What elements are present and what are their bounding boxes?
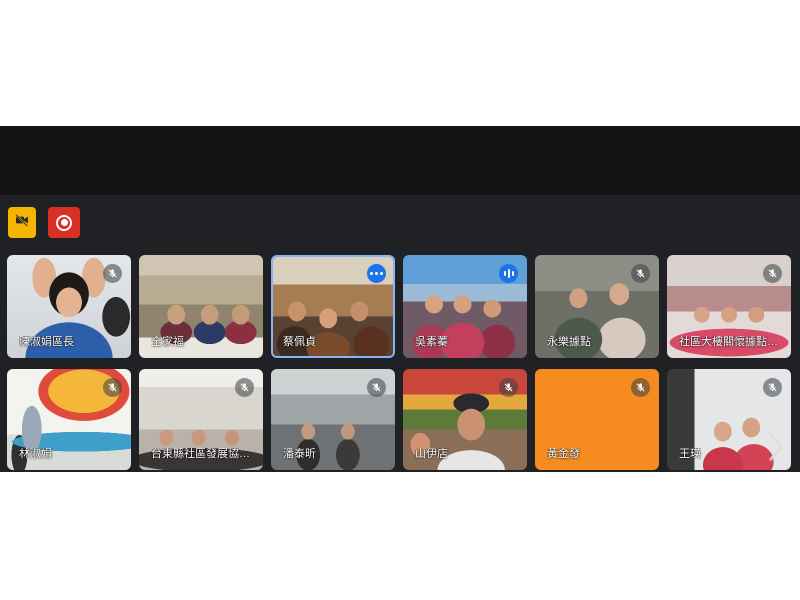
participant-name: 黃金發 [547,448,580,460]
top-bar [0,126,800,195]
mic-off-icon [631,264,650,283]
participant-name: 潘泰昕 [283,448,316,460]
mic-off-icon [103,264,122,283]
video-tile[interactable]: 山伊店 [403,369,527,470]
chevron-right-icon [767,432,785,467]
participant-name: 林淑娟 [19,448,52,460]
participant-grid: 陳淑娟區長 全家福 蔡佩貞 吳素蓁 永樂據點 社區大樓關懷據點… 林淑娟 台東縣… [7,255,791,470]
meeting-window: 陳淑娟區長 全家福 蔡佩貞 吳素蓁 永樂據點 社區大樓關懷據點… 林淑娟 台東縣… [0,126,800,472]
video-tile[interactable]: 潘泰昕 [271,369,395,470]
participant-name: 陳淑娟區長 [19,336,74,348]
next-page-button[interactable] [765,432,787,466]
more-options-icon[interactable] [367,264,386,283]
mic-off-icon [499,378,518,397]
video-tile[interactable]: 永樂據點 [535,255,659,358]
video-tile[interactable]: 台東縣社區發展協… [139,369,263,470]
video-tile-active[interactable]: 蔡佩貞 [271,255,395,358]
video-tile[interactable]: 王瑛 [667,369,791,470]
participant-stage: 陳淑娟區長 全家福 蔡佩貞 吳素蓁 永樂據點 社區大樓關懷據點… 林淑娟 台東縣… [0,195,800,472]
participant-name: 全家福 [151,336,184,348]
mic-off-icon [103,378,122,397]
mic-off-icon [367,378,386,397]
audio-level-icon [499,264,518,283]
mic-off-icon [235,378,254,397]
video-tile[interactable]: 社區大樓關懷據點… [667,255,791,358]
video-tile[interactable]: 全家福 [139,255,263,358]
record-icon [56,214,72,231]
mic-off-icon [763,378,782,397]
participant-name: 台東縣社區發展協… [151,448,250,460]
camera-toggle-button[interactable] [8,207,36,238]
participant-name: 蔡佩貞 [283,336,316,348]
participant-name: 吳素蓁 [415,336,448,348]
camera-off-icon [14,212,30,233]
participant-name: 永樂據點 [547,336,591,348]
video-tile-no-video[interactable]: 黃金發 [535,369,659,470]
video-tile[interactable]: 林淑娟 [7,369,131,470]
video-tile[interactable]: 陳淑娟區長 [7,255,131,358]
participant-name: 社區大樓關懷據點… [679,336,778,348]
video-tile[interactable]: 吳素蓁 [403,255,527,358]
mic-off-icon [763,264,782,283]
record-button[interactable] [48,207,80,238]
participant-name: 山伊店 [415,448,448,460]
mic-off-icon [631,378,650,397]
